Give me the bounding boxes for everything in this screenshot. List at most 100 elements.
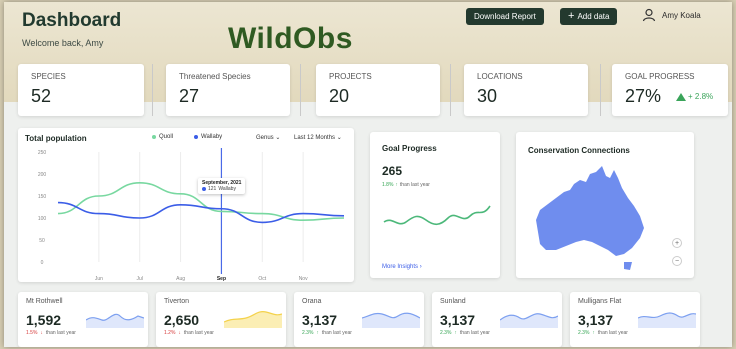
x-tick-label: Nov xyxy=(299,276,308,282)
add-data-label: Add data xyxy=(577,12,610,21)
stat-value: 27 xyxy=(179,86,200,106)
site-sparkline xyxy=(362,312,420,328)
arrow-up-icon: ↑ xyxy=(316,330,319,336)
stat-label: SPECIES xyxy=(31,72,66,81)
site-change-value: 2.3% xyxy=(440,330,452,336)
divider xyxy=(450,64,451,116)
total-population-card: Total population Quoll Wallaby Genus ⌄ L… xyxy=(18,128,354,282)
x-tick-label: Jul xyxy=(137,276,143,282)
goal-change: 1.8% ↑ than last year xyxy=(382,182,430,188)
stat-value: 52 xyxy=(31,86,52,106)
add-data-button[interactable]: + Add data xyxy=(560,8,618,25)
chart-tooltip: September, 2021 121 Wallaby xyxy=(198,178,246,194)
population-chart[interactable]: 250 200 150 100 50 0 Jun Jul Aug Sep Oct Nov xyxy=(18,128,354,282)
site-sparkline xyxy=(224,311,282,328)
goal-value: 265 xyxy=(382,164,403,178)
more-insights-link[interactable]: More Insights › xyxy=(382,264,422,270)
arrow-down-icon: ↓ xyxy=(178,330,181,336)
stat-label: GOAL PROGRESS xyxy=(625,72,695,81)
user-name: Amy Koala xyxy=(662,10,701,20)
x-tick-label: Sep xyxy=(217,276,226,282)
chevron-right-icon: › xyxy=(419,264,422,270)
stat-value: 20 xyxy=(329,86,350,106)
dashboard-frame: Dashboard Welcome back, Amy WildObs Down… xyxy=(4,2,732,347)
tooltip-row: 121 Wallaby xyxy=(202,186,241,192)
site-change: 2.3% ↑ than last year xyxy=(302,330,352,336)
goal-sparkline xyxy=(383,205,491,226)
trend-indicator: + 2.8% xyxy=(676,92,713,101)
site-change-suffix: than last year xyxy=(459,330,490,336)
stat-label: PROJECTS xyxy=(329,72,372,81)
zoom-in-button[interactable]: + xyxy=(672,238,682,248)
site-change-value: 2.3% xyxy=(302,330,314,336)
divider xyxy=(152,64,153,116)
divider xyxy=(300,64,301,116)
site-change-suffix: than last year xyxy=(321,330,352,336)
y-tick-label: 50 xyxy=(39,238,45,244)
site-change-value: 1.2% xyxy=(164,330,176,336)
site-change: 1.5% ↓ than last year xyxy=(26,330,76,336)
y-tick-label: 0 xyxy=(41,260,44,266)
arrow-up-icon: ↑ xyxy=(454,330,457,336)
site-change: 2.3% ↑ than last year xyxy=(578,330,628,336)
y-tick-label: 150 xyxy=(38,194,47,200)
plus-icon: + xyxy=(568,10,575,22)
download-report-button[interactable]: Download Report xyxy=(466,8,544,25)
y-tick-label: 100 xyxy=(38,216,47,222)
tooltip-series: Wallaby xyxy=(218,186,236,192)
stat-card-species: SPECIES 52 xyxy=(18,64,144,116)
site-card-tiverton: Tiverton 2,650 1.2% ↓ than last year xyxy=(156,292,286,347)
site-card-sunland: Sunland 3,137 2.3% ↑ than last year xyxy=(432,292,562,347)
site-change: 1.2% ↓ than last year xyxy=(164,330,214,336)
site-value: 3,137 xyxy=(440,312,476,328)
stat-value: 27% xyxy=(625,86,662,106)
divider xyxy=(600,64,601,116)
tooltip-dot xyxy=(202,187,206,191)
goal-change-value: 1.8% xyxy=(382,182,394,188)
site-card-mt-rothwell: Mt Rothwell 1,592 1.5% ↓ than last year xyxy=(18,292,148,347)
stat-label: Threatened Species xyxy=(179,72,251,81)
site-change: 2.3% ↑ than last year xyxy=(440,330,490,336)
x-tick-label: Jun xyxy=(95,276,103,282)
stat-card-locations: LOCATIONS 30 xyxy=(464,64,588,116)
site-sparkline xyxy=(638,312,696,328)
card-title: Conservation Connections xyxy=(528,146,630,155)
site-change-suffix: than last year xyxy=(183,330,214,336)
user-menu[interactable]: Amy Koala xyxy=(642,8,701,22)
brand-logo: WildObs xyxy=(228,22,353,55)
site-name: Mt Rothwell xyxy=(26,298,63,305)
trend-value: + 2.8% xyxy=(688,92,714,101)
site-change-suffix: than last year xyxy=(597,330,628,336)
site-sparkline xyxy=(86,313,144,328)
stat-label: LOCATIONS xyxy=(477,72,523,81)
y-tick-label: 250 xyxy=(38,150,47,156)
site-name: Sunland xyxy=(440,298,466,305)
site-change-value: 2.3% xyxy=(578,330,590,336)
arrow-up-icon: ↑ xyxy=(395,182,398,188)
site-card-orana: Orana 3,137 2.3% ↑ than last year xyxy=(294,292,424,347)
goal-progress-card: Goal Progress 265 1.8% ↑ than last year … xyxy=(370,132,500,278)
page-title: Dashboard xyxy=(22,10,122,31)
zoom-out-button[interactable]: − xyxy=(672,256,682,266)
australia-map[interactable] xyxy=(532,162,650,272)
site-name: Tiverton xyxy=(164,298,190,305)
more-insights-label: More Insights xyxy=(382,264,419,270)
stat-card-goal-progress: GOAL PROGRESS 27% + 2.8% xyxy=(612,64,728,116)
stat-card-threatened: Threatened Species 27 xyxy=(166,64,290,116)
conservation-connections-card: Conservation Connections + − xyxy=(516,132,694,278)
tooltip-value: 121 xyxy=(208,186,217,192)
welcome-text: Welcome back, Amy xyxy=(22,38,104,48)
user-icon xyxy=(642,8,656,22)
trend-up-icon xyxy=(676,92,686,101)
x-tick-label: Oct xyxy=(258,276,266,282)
site-sparkline xyxy=(500,313,558,328)
arrow-down-icon: ↓ xyxy=(40,330,43,336)
site-card-mulligans-flat: Mulligans Flat 3,137 2.3% ↑ than last ye… xyxy=(570,292,700,347)
card-title: Goal Progress xyxy=(382,144,437,153)
download-report-label: Download Report xyxy=(474,12,536,21)
stat-value: 30 xyxy=(477,86,498,106)
x-tick-label: Aug xyxy=(176,276,185,282)
site-value: 1,592 xyxy=(26,312,62,328)
arrow-up-icon: ↑ xyxy=(592,330,595,336)
site-value: 3,137 xyxy=(302,312,338,328)
